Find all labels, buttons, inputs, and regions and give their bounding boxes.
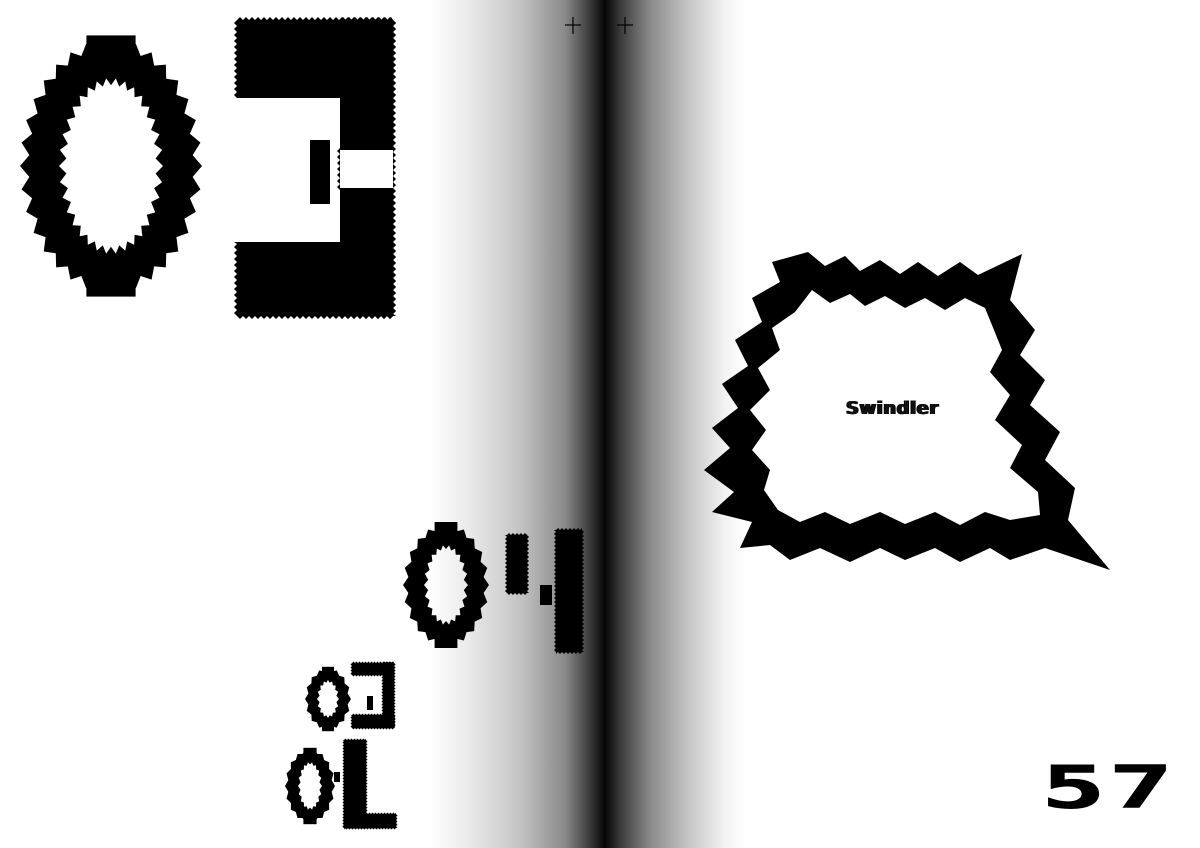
crop-mark-icon — [565, 17, 633, 34]
type-specimen-art — [20, 17, 1110, 830]
page-number: 57 — [1040, 753, 1176, 823]
glyph-medium-four — [505, 528, 584, 654]
glyph-large-zero — [20, 35, 202, 297]
glyph-small-two — [350, 661, 396, 730]
glyph-large-three — [234, 17, 396, 319]
glyph-medium-zero — [403, 522, 489, 648]
glyph-small-one — [334, 738, 398, 830]
glyph-small-zero-a — [305, 666, 351, 732]
magazine-spread: Swindler 57 — [0, 0, 1200, 848]
glyph-small-zero-b — [285, 747, 335, 825]
speech-bubble-text: Swindler — [846, 398, 939, 419]
